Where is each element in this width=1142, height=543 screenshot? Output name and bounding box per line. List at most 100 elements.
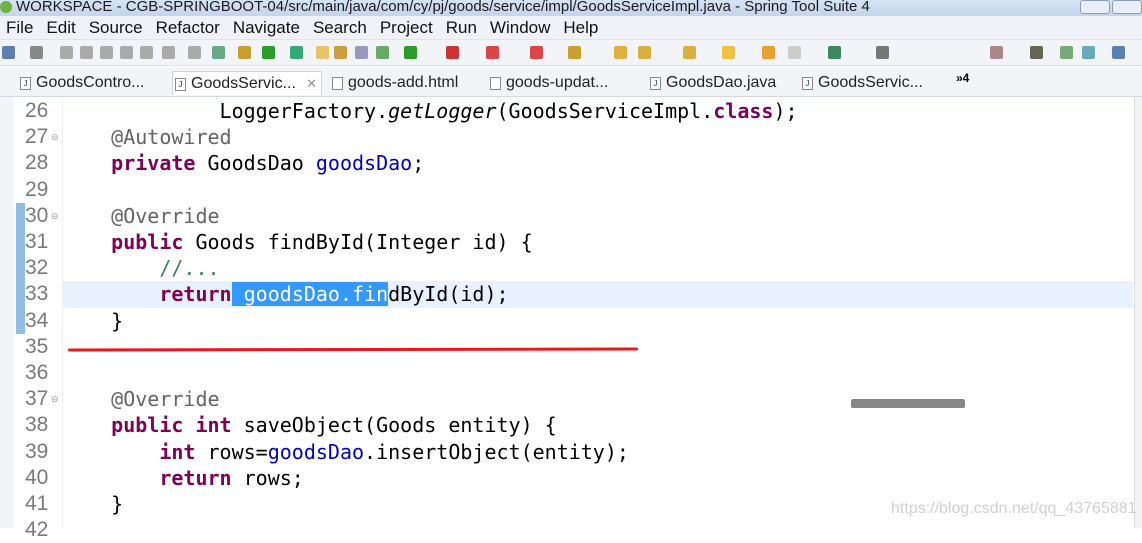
toolbar-icon-19[interactable] — [486, 46, 499, 59]
menu-navigate[interactable]: Navigate — [233, 16, 300, 39]
toolbar-icon-24[interactable] — [683, 46, 696, 59]
toolbar-icon-34[interactable] — [1112, 46, 1125, 59]
tab-goods-updat-[interactable]: goods-updat... — [488, 71, 608, 95]
code-token: getLogger — [388, 99, 497, 123]
menu-bar: File Edit Source Refactor Navigate Search Proj… — [0, 16, 1142, 40]
maximize-button[interactable] — [1112, 0, 1142, 14]
tab-goodsservic-[interactable]: J GoodsServic... — [800, 71, 923, 95]
code-line: return goodsDao.findById(id); — [63, 281, 1133, 308]
menu-help[interactable]: Help — [563, 16, 598, 39]
menu-project[interactable]: Project — [380, 16, 433, 39]
menu-window[interactable]: Window — [490, 16, 550, 39]
line-number: 33 — [25, 282, 49, 306]
tab-label: goods-add.html — [348, 74, 459, 91]
tab-goods-add-html[interactable]: goods-add.html — [330, 71, 458, 95]
code-token: public — [111, 230, 184, 254]
code-token: @Autowired — [111, 125, 232, 150]
code-line: return rows; — [63, 465, 1133, 491]
toolbar-icon-1[interactable] — [30, 46, 43, 59]
menu-run[interactable]: Run — [446, 16, 477, 39]
menu-refactor[interactable]: Refactor — [156, 16, 220, 39]
line-number: 42 — [25, 518, 49, 542]
code-line: public Goods findById(Integer id) { — [63, 229, 1133, 255]
toolbar-icon-10[interactable] — [238, 46, 251, 59]
menu-file[interactable]: File — [6, 16, 33, 39]
line-number: 26 — [25, 99, 49, 122]
toolbar-icon-12[interactable] — [290, 46, 303, 59]
toolbar-icon-33[interactable] — [1082, 46, 1095, 59]
toolbar-icon-29[interactable] — [876, 46, 889, 59]
toolbar-icon-32[interactable] — [1060, 46, 1073, 59]
code-line: public int saveObject(Goods entity) { — [63, 412, 1133, 438]
toolbar-icon-14[interactable] — [334, 46, 347, 59]
toolbar-icon-9[interactable] — [212, 46, 225, 59]
toolbar-icon-21[interactable] — [568, 46, 581, 59]
toolbar-icon-7[interactable] — [162, 46, 175, 59]
code-token: ); — [773, 99, 798, 123]
code-token: private — [111, 151, 196, 176]
toolbar-icon-11[interactable] — [262, 46, 275, 59]
java-file-icon: J — [650, 77, 661, 90]
java-file-icon: J — [802, 77, 813, 90]
toolbar-icon-13[interactable] — [316, 46, 329, 59]
menu-edit[interactable]: Edit — [46, 16, 75, 39]
toolbar-icon-2[interactable] — [60, 46, 73, 59]
menu-source[interactable]: Source — [89, 16, 143, 39]
toolbar-icon-15[interactable] — [355, 46, 368, 59]
code-token: public — [111, 413, 184, 438]
code-token: rows= — [195, 439, 268, 464]
toolbar-icon-22[interactable] — [614, 46, 627, 59]
tab-label: goods-updat... — [506, 74, 609, 91]
toolbar-icon-27[interactable] — [788, 46, 801, 59]
code-line: int rows=goodsDao.insertObject(entity); — [63, 439, 1133, 465]
toolbar-icon-25[interactable] — [722, 46, 735, 59]
toolbar-icon-5[interactable] — [120, 46, 133, 59]
line-number: 32 — [25, 256, 49, 280]
minimize-button[interactable] — [1080, 0, 1110, 14]
fold-toggle-icon[interactable]: ⊖ — [51, 394, 59, 405]
toolbar-icon-0[interactable] — [2, 46, 15, 59]
close-tab-icon[interactable]: ✕ — [306, 72, 317, 96]
toolbar-icon-26[interactable] — [762, 46, 775, 59]
code-token: return — [159, 282, 232, 307]
html-file-icon — [332, 77, 343, 90]
toolbar — [0, 40, 1142, 66]
toolbar-icon-31[interactable] — [1030, 46, 1043, 59]
tabs-overflow-button[interactable]: »4 — [956, 71, 969, 85]
toolbar-icon-20[interactable] — [530, 46, 543, 59]
line-number: 34 — [25, 308, 49, 332]
line-number: 41 — [25, 492, 49, 515]
code-editor[interactable]: LoggerFactory.getLogger(GoodsServiceImpl… — [63, 97, 1133, 528]
toolbar-icon-6[interactable] — [140, 46, 153, 59]
line-number: 28 — [25, 151, 49, 175]
toolbar-icon-17[interactable] — [404, 46, 417, 59]
toolbar-icon-18[interactable] — [446, 46, 459, 59]
menu-search[interactable]: Search — [313, 16, 367, 39]
toolbar-icon-3[interactable] — [80, 46, 93, 59]
toolbar-icon-16[interactable] — [376, 46, 389, 59]
code-token: goodsDao — [315, 151, 413, 176]
toolbar-icon-30[interactable] — [990, 46, 1003, 59]
toolbar-icon-28[interactable] — [828, 46, 841, 59]
code-line: //... — [63, 255, 1133, 281]
toolbar-icon-23[interactable] — [638, 46, 651, 59]
toolbar-icon-4[interactable] — [100, 46, 113, 59]
tab-goodscontro-[interactable]: J GoodsContro... — [18, 71, 145, 95]
toolbar-icon-8[interactable] — [188, 46, 201, 59]
code-token: GoodsDao — [195, 151, 316, 176]
tab-goodsdao-java[interactable]: J GoodsDao.java — [648, 71, 776, 95]
tab-goodsservic-[interactable]: J GoodsServic... ✕ — [172, 71, 322, 95]
fold-toggle-icon[interactable]: ⊖ — [51, 211, 59, 222]
window-title: WORKSPACE - CGB-SPRINGBOOT-04/src/main/j… — [16, 0, 870, 15]
code-token: (GoodsServiceImpl. — [496, 99, 714, 123]
scope-ruler — [16, 203, 25, 334]
fold-toggle-icon[interactable]: ⊖ — [51, 132, 59, 143]
code-token: int — [195, 413, 232, 438]
vertical-scrollbar[interactable] — [1134, 97, 1142, 528]
